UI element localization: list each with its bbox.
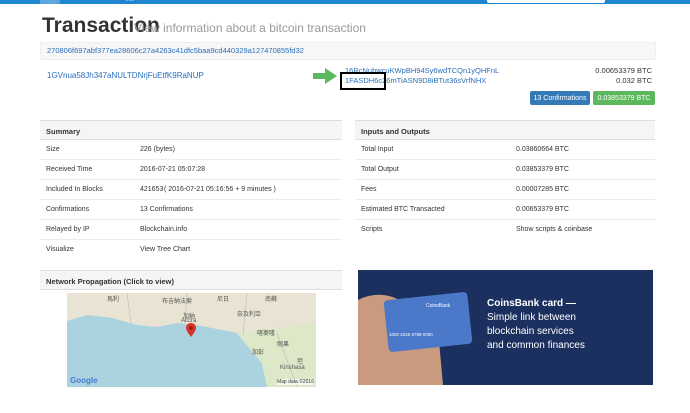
block-link[interactable]: 421653 <box>140 186 163 193</box>
summary-row: Visualize View Tree Chart <box>40 240 342 260</box>
map-label: 布吉納法索 <box>162 299 193 305</box>
summary-value: 2016-07-21 05:07:28 <box>140 166 205 173</box>
map-label: 南蘇 <box>265 297 278 303</box>
network-map[interactable]: 馬利 布吉納法索 尼日 奈及利亞 加納 Accra 喀麥隆 加彭 剛果 Kins… <box>67 293 316 387</box>
tx-hash-link[interactable]: 270806f697abf377ea28606c27a4263c41dfc5ba… <box>47 46 304 55</box>
tx-hash-bar: 270806f697abf377ea28606c27a4263c41dfc5ba… <box>40 42 656 60</box>
ad-headline: CoinsBank card — <box>487 298 576 309</box>
summary-row: Size 226 (bytes) <box>40 140 342 160</box>
map-label: 馬利 <box>107 297 120 303</box>
blockchain-logo[interactable] <box>40 0 60 4</box>
summary-heading: Summary <box>40 120 342 140</box>
total-btc-button[interactable]: 0.03853379 BTC <box>593 91 655 105</box>
network-heading: Network Propagation (Click to view) <box>40 270 342 290</box>
io-row: Total Output 0.03853379 BTC <box>355 160 655 180</box>
card-brand: CoinsBank <box>426 303 451 309</box>
io-label: Estimated BTC Transacted <box>361 206 445 213</box>
summary-value: ( 2016-07-21 05:16:56 + 9 minutes ) <box>164 186 276 193</box>
map-pin-icon[interactable] <box>186 323 196 337</box>
io-label: Total Input <box>361 146 394 153</box>
coinsbank-ad-banner[interactable]: CoinsBank 1000 2345 6789 0000 CoinsBank … <box>358 270 653 385</box>
view-tree-chart-link[interactable]: View Tree Chart <box>140 246 190 253</box>
io-row: Estimated BTC Transacted 0.00653379 BTC <box>355 200 655 220</box>
logo-text: info <box>126 0 135 3</box>
ad-line: Simple link between <box>487 312 576 323</box>
summary-label: Included In Blocks <box>46 186 103 193</box>
page-subtitle: View information about a bitcoin transac… <box>134 21 366 35</box>
google-logo: Google <box>70 376 98 385</box>
io-label: Total Output <box>361 166 399 173</box>
io-value: 0.03853379 BTC <box>516 166 569 173</box>
output-amount-1: 0.00653379 BTC <box>595 66 652 75</box>
show-scripts-link[interactable]: Show scripts & coinbase <box>516 226 592 233</box>
map-label: 奈及利亞 <box>237 312 262 318</box>
io-heading: Inputs and Outputs <box>355 120 655 140</box>
io-label: Fees <box>361 186 377 193</box>
top-navbar: info <box>0 0 690 4</box>
search-input[interactable] <box>487 0 605 3</box>
summary-label: Visualize <box>46 246 74 253</box>
map-label: Kinshasa <box>280 365 305 371</box>
ad-line: blockchain services <box>487 326 574 337</box>
relayed-by-link[interactable]: Blockchain.info <box>140 226 187 233</box>
io-value: 0.00007285 BTC <box>516 186 569 193</box>
map-copyright: Map data ©2016 <box>276 379 314 385</box>
summary-label: Relayed by IP <box>46 226 90 233</box>
summary-row: Relayed by IP Blockchain.info <box>40 220 342 240</box>
output-amount-2: 0.032 BTC <box>616 76 652 85</box>
io-row: Total Input 0.03860664 BTC <box>355 140 655 160</box>
map-label: 剛果 <box>277 342 290 348</box>
ad-line: and common finances <box>487 340 585 351</box>
confirmations-button[interactable]: 13 Confirmations <box>530 91 590 105</box>
summary-row: Confirmations 13 Confirmations <box>40 200 342 220</box>
summary-row: Included In Blocks 421653 ( 2016-07-21 0… <box>40 180 342 200</box>
summary-label: Received Time <box>46 166 93 173</box>
io-row: Scripts Show scripts & coinbase <box>355 220 655 240</box>
summary-label: Confirmations <box>46 206 90 213</box>
summary-value: 13 Confirmations <box>140 206 193 213</box>
map-label: 坦 <box>297 359 304 365</box>
input-address-link[interactable]: 1GVnua58Jh347aNULTDNrjFuEtfK9RaNUP <box>47 71 204 80</box>
map-label: 喀麥隆 <box>257 331 276 337</box>
arrow-right-icon <box>313 68 337 84</box>
summary-row: Received Time 2016-07-21 05:07:28 <box>40 160 342 180</box>
map-label: 尼日 <box>217 297 230 303</box>
io-value: 0.03860664 BTC <box>516 146 569 153</box>
io-label: Scripts <box>361 226 383 233</box>
highlight-annotation-box <box>340 72 386 90</box>
summary-label: Size <box>46 146 60 153</box>
card-number: 1000 2345 6789 0000 <box>389 332 433 337</box>
map-label: 加彭 <box>252 350 265 356</box>
summary-value: 226 (bytes) <box>140 146 176 153</box>
io-row: Fees 0.00007285 BTC <box>355 180 655 200</box>
io-value: 0.00653379 BTC <box>516 206 569 213</box>
